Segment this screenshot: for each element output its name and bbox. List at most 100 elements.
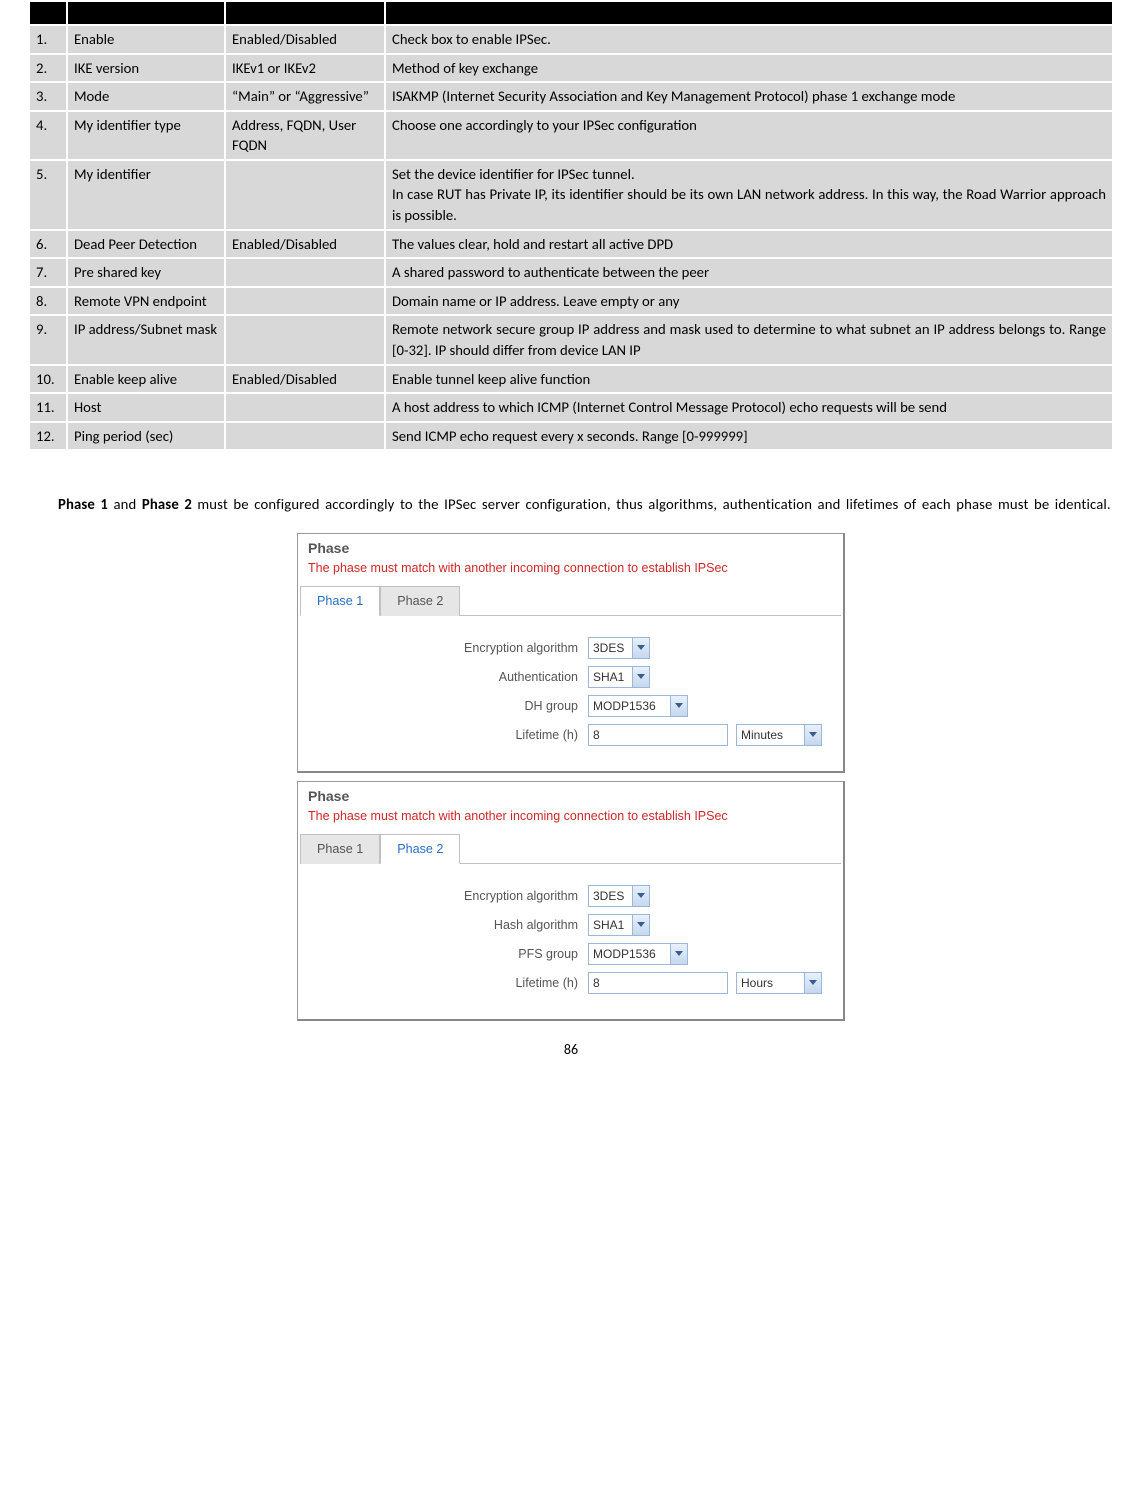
- tab-phase2[interactable]: Phase 2: [380, 586, 460, 616]
- table-row: 10.Enable keep aliveEnabled/DisabledEnab…: [29, 365, 1113, 394]
- cell-value: Address, FQDN, User FQDN: [225, 111, 385, 160]
- cell-num: 9.: [29, 315, 67, 364]
- lifetime-label: Lifetime (h): [308, 728, 588, 742]
- cell-name: Enable: [67, 25, 225, 54]
- auth-select[interactable]: SHA1: [588, 666, 650, 688]
- tabs: Phase 1 Phase 2: [300, 833, 841, 864]
- bold-phase1: Phase 1: [58, 495, 108, 513]
- cell-name: My identifier type: [67, 111, 225, 160]
- pfs-label: PFS group: [308, 947, 588, 961]
- lifetime-input[interactable]: 8: [588, 972, 728, 994]
- lifetime-input[interactable]: 8: [588, 724, 728, 746]
- hash-select[interactable]: SHA1: [588, 914, 650, 936]
- cell-expl: ISAKMP (Internet Security Association an…: [385, 82, 1113, 111]
- panel-title: Phase: [298, 534, 843, 559]
- cell-name: Ping period (sec): [67, 422, 225, 451]
- pfs-select[interactable]: MODP1536: [588, 943, 688, 965]
- chevron-down-icon: [632, 638, 649, 658]
- bold-phase2: Phase 2: [142, 495, 192, 513]
- tabs: Phase 1 Phase 2: [300, 585, 841, 616]
- cell-num: 1.: [29, 25, 67, 54]
- cell-name: My identifier: [67, 160, 225, 230]
- cell-expl: Check box to enable IPSec.: [385, 25, 1113, 54]
- cell-name: Remote VPN endpoint: [67, 287, 225, 316]
- chevron-down-icon: [804, 973, 821, 993]
- hash-label: Hash algorithm: [308, 918, 588, 932]
- cell-name: Pre shared key: [67, 258, 225, 287]
- table-row: 6.Dead Peer DetectionEnabled/DisabledThe…: [29, 230, 1113, 259]
- th-expl: [385, 1, 1113, 25]
- cell-value: [225, 315, 385, 364]
- enc-label: Encryption algorithm: [308, 641, 588, 655]
- chevron-down-icon: [632, 667, 649, 687]
- chevron-down-icon: [632, 915, 649, 935]
- cell-num: 12.: [29, 422, 67, 451]
- tab-phase1[interactable]: Phase 1: [300, 586, 380, 616]
- tab-phase2[interactable]: Phase 2: [380, 834, 460, 864]
- cell-name: Dead Peer Detection: [67, 230, 225, 259]
- cell-expl: A host address to which ICMP (Internet C…: [385, 393, 1113, 422]
- cell-expl: Choose one accordingly to your IPSec con…: [385, 111, 1113, 160]
- page-number: 86: [28, 1041, 1114, 1058]
- phase1-panel: Phase The phase must match with another …: [297, 533, 845, 773]
- th-value: [225, 1, 385, 25]
- cell-num: 10.: [29, 365, 67, 394]
- cell-num: 11.: [29, 393, 67, 422]
- cell-num: 2.: [29, 54, 67, 83]
- lifetime-label: Lifetime (h): [308, 976, 588, 990]
- cell-value: IKEv1 or IKEv2: [225, 54, 385, 83]
- table-row: 7.Pre shared key A shared password to aut…: [29, 258, 1113, 287]
- auth-label: Authentication: [308, 670, 588, 684]
- cell-expl: The values clear, hold and restart all a…: [385, 230, 1113, 259]
- lifetime-unit-select[interactable]: Minutes: [736, 724, 822, 746]
- cell-num: 6.: [29, 230, 67, 259]
- table-row: 5.My identifierSet the device identifier…: [29, 160, 1113, 230]
- cell-expl: A shared password to authenticate betwee…: [385, 258, 1113, 287]
- tab-phase1[interactable]: Phase 1: [300, 834, 380, 864]
- table-row: 4.My identifier typeAddress, FQDN, User …: [29, 111, 1113, 160]
- th-num: [29, 1, 67, 25]
- cell-name: Host: [67, 393, 225, 422]
- cell-value: [225, 287, 385, 316]
- dh-select[interactable]: MODP1536: [588, 695, 688, 717]
- cell-value: “Main” or “Aggressive”: [225, 82, 385, 111]
- cell-name: IKE version: [67, 54, 225, 83]
- table-row: 11.Host A host address to which ICMP (Int…: [29, 393, 1113, 422]
- cell-value: [225, 422, 385, 451]
- table-row: 9.IP address/Subnet mask Remote network s…: [29, 315, 1113, 364]
- cell-num: 8.: [29, 287, 67, 316]
- cell-num: 5.: [29, 160, 67, 230]
- enc-select[interactable]: 3DES: [588, 637, 650, 659]
- cell-name: Enable keep alive: [67, 365, 225, 394]
- cell-value: [225, 393, 385, 422]
- panel-title: Phase: [298, 782, 843, 807]
- table-header-row: [29, 1, 1113, 25]
- dh-label: DH group: [308, 699, 588, 713]
- chevron-down-icon: [670, 696, 687, 716]
- cell-value: [225, 160, 385, 230]
- table-row: 3.Mode“Main” or “Aggressive”ISAKMP (Inte…: [29, 82, 1113, 111]
- cell-value: Enabled/Disabled: [225, 365, 385, 394]
- enc-select[interactable]: 3DES: [588, 885, 650, 907]
- cell-value: Enabled/Disabled: [225, 230, 385, 259]
- cell-name: Mode: [67, 82, 225, 111]
- chevron-down-icon: [632, 886, 649, 906]
- th-name: [67, 1, 225, 25]
- table-row: 2.IKE versionIKEv1 or IKEv2Method of key…: [29, 54, 1113, 83]
- cell-num: 3.: [29, 82, 67, 111]
- panel-note: The phase must match with another incomi…: [298, 807, 843, 833]
- cell-expl: Method of key exchange: [385, 54, 1113, 83]
- cell-name: IP address/Subnet mask: [67, 315, 225, 364]
- table-row: 8.Remote VPN endpoint Domain name or IP a…: [29, 287, 1113, 316]
- cell-expl: Remote network secure group IP address a…: [385, 315, 1113, 364]
- cell-expl: Send ICMP echo request every x seconds. …: [385, 422, 1113, 451]
- cell-value: Enabled/Disabled: [225, 25, 385, 54]
- lifetime-unit-select[interactable]: Hours: [736, 972, 822, 994]
- phase2-panel: Phase The phase must match with another …: [297, 781, 845, 1021]
- table-row: 12.Ping period (sec) Send ICMP echo reque…: [29, 422, 1113, 451]
- cell-value: [225, 258, 385, 287]
- cell-num: 4.: [29, 111, 67, 160]
- cell-expl: Enable tunnel keep alive function: [385, 365, 1113, 394]
- cell-num: 7.: [29, 258, 67, 287]
- cell-expl: Domain name or IP address. Leave empty o…: [385, 287, 1113, 316]
